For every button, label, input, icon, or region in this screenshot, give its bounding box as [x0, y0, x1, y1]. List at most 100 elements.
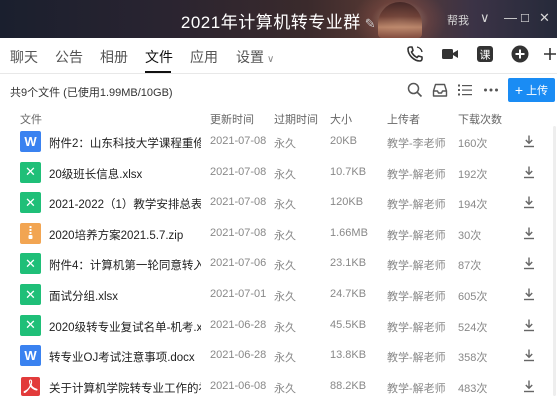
file-download-count: 160次: [458, 138, 488, 150]
file-size: 13.8KB: [330, 349, 367, 362]
download-icon[interactable]: [522, 287, 536, 301]
maximize-icon[interactable]: ☐: [520, 12, 530, 25]
xls-file-icon: ✕: [20, 253, 41, 275]
file-row[interactable]: ✕ 2020级转专业复试名单-机考.xls 2021-06-28 永久 45.5KB 教学…: [0, 311, 557, 341]
file-download-count: 358次: [458, 352, 488, 365]
chevron-down-icon: ∨: [267, 54, 275, 65]
file-size: 120KB: [330, 196, 364, 209]
file-uploader: 教学-解老师: [387, 352, 446, 365]
list-view-icon[interactable]: [456, 81, 474, 99]
tab-settings[interactable]: 设置 ∨: [236, 47, 274, 67]
file-row[interactable]: ✕ 附件4：计算机第一轮同意转入学... 2021-07-06 永久 23.1KB 教学-…: [0, 249, 557, 279]
download-icon[interactable]: [522, 134, 536, 148]
title-bar: 2021年计算机转专业群 ✎ 帮我 ∨ — ☐ ✕: [0, 0, 557, 38]
file-updated-date: 2021-07-08: [210, 165, 267, 178]
file-row[interactable]: ✕ 20级班长信息.xlsx 2021-07-08 永久 10.7KB 教学-解老师 192…: [0, 158, 557, 188]
file-name[interactable]: 2021-2022（1）教学安排总表.xls: [49, 196, 201, 212]
file-row[interactable]: ✕ 面试分组.xlsx 2021-07-01 永久 24.7KB 教学-解老师 605次: [0, 280, 557, 310]
file-updated-date: 2021-06-28: [210, 318, 267, 331]
file-name[interactable]: 2020培养方案2021.5.7.zip: [49, 227, 201, 243]
xls-file-icon: ✕: [20, 314, 41, 336]
file-size: 23.1KB: [330, 257, 367, 270]
file-expiry: 永久: [274, 168, 296, 181]
file-expiry: 永久: [274, 260, 296, 273]
xls-file-icon: ✕: [20, 161, 41, 183]
zip-file-icon: [20, 222, 41, 244]
course-icon[interactable]: 课: [475, 44, 495, 64]
download-icon[interactable]: [522, 195, 536, 209]
upload-button[interactable]: + 上传: [508, 78, 555, 102]
file-table-header: 文件 更新时间 过期时间 大小 上传者 下载次数: [0, 108, 557, 128]
download-icon[interactable]: [522, 226, 536, 240]
tab-bar: 聊天 公告 相册 文件 应用 设置 ∨: [0, 38, 557, 74]
chevron-down-icon[interactable]: ∨: [480, 10, 490, 26]
active-tab-indicator: [145, 71, 171, 73]
download-icon[interactable]: [522, 348, 536, 362]
file-expiry: 永久: [274, 138, 296, 150]
file-uploader: 教学-解老师: [387, 168, 446, 181]
download-icon[interactable]: [522, 256, 536, 270]
file-expiry: 永久: [274, 382, 296, 395]
svg-text:课: 课: [480, 49, 491, 62]
tab-announcements[interactable]: 公告: [55, 47, 83, 67]
column-header-downloads[interactable]: 下载次数: [458, 111, 502, 127]
column-header-uploader[interactable]: 上传者: [387, 111, 420, 127]
column-header-file[interactable]: 文件: [20, 111, 42, 127]
file-row[interactable]: 2020培养方案2021.5.7.zip 2021-07-08 永久 1.66MB 教学…: [0, 219, 557, 249]
file-uploader: 教学-解老师: [387, 291, 446, 303]
tab-album[interactable]: 相册: [100, 47, 128, 67]
download-icon[interactable]: [522, 379, 536, 393]
more-dots-icon[interactable]: [482, 81, 500, 99]
file-name[interactable]: 2020级转专业复试名单-机考.xls: [49, 319, 201, 335]
file-row[interactable]: 关于计算机学院转专业工作的补... 2021-06-08 永久 88.2KB 教学-解老…: [0, 372, 557, 402]
file-updated-date: 2021-07-08: [210, 196, 267, 209]
group-title: 2021年计算机转专业群 ✎: [0, 8, 557, 33]
file-updated-date: 2021-07-06: [210, 257, 267, 270]
file-size: 45.5KB: [330, 318, 367, 331]
pencil-icon[interactable]: ✎: [365, 16, 376, 31]
file-uploader: 教学-解老师: [387, 382, 446, 395]
close-icon[interactable]: ✕: [539, 10, 550, 26]
tab-chat[interactable]: 聊天: [10, 47, 38, 67]
file-download-count: 87次: [458, 260, 482, 273]
file-name[interactable]: 20级班长信息.xlsx: [49, 166, 201, 182]
file-name[interactable]: 关于计算机学院转专业工作的补...: [49, 380, 201, 396]
file-uploader: 教学-解老师: [387, 229, 446, 242]
file-uploader: 教学-李老师: [387, 138, 446, 150]
file-download-count: 483次: [458, 382, 488, 395]
file-row[interactable]: W 附件2：山东科技大学课程重修替... 2021-07-08 永久 20KB 教学-李老…: [0, 127, 557, 157]
group-title-text: 2021年计算机转专业群: [180, 13, 361, 32]
inbox-icon[interactable]: [431, 81, 449, 99]
tab-files[interactable]: 文件: [145, 47, 173, 67]
file-name[interactable]: 附件4：计算机第一轮同意转入学...: [49, 257, 201, 273]
help-label[interactable]: 帮我: [447, 12, 469, 28]
file-updated-date: 2021-07-08: [210, 226, 267, 239]
scrollbar[interactable]: [553, 126, 556, 396]
file-name[interactable]: 面试分组.xlsx: [49, 288, 201, 304]
storage-summary: 共9个文件 (已使用1.99MB/10GB): [10, 87, 173, 99]
file-row[interactable]: W 转专业OJ考试注意事项.docx 2021-06-28 永久 13.8KB 教学-解老…: [0, 341, 557, 371]
minimize-icon[interactable]: —: [504, 10, 517, 25]
file-download-count: 524次: [458, 321, 488, 334]
xls-file-icon: ✕: [20, 192, 41, 214]
video-icon[interactable]: [440, 44, 460, 64]
column-header-updated[interactable]: 更新时间: [210, 111, 254, 127]
column-header-size[interactable]: 大小: [330, 111, 352, 127]
file-row[interactable]: ✕ 2021-2022（1）教学安排总表.xls 2021-07-08 永久 120KB…: [0, 188, 557, 218]
file-name[interactable]: 附件2：山东科技大学课程重修替...: [49, 135, 201, 151]
search-icon[interactable]: [406, 81, 424, 99]
download-icon[interactable]: [522, 165, 536, 179]
phone-icon[interactable]: [405, 44, 425, 64]
more-icon[interactable]: [540, 44, 557, 64]
file-download-count: 192次: [458, 168, 488, 181]
add-icon[interactable]: [510, 44, 530, 64]
file-updated-date: 2021-07-08: [210, 135, 267, 147]
file-expiry: 永久: [274, 291, 296, 303]
file-updated-date: 2021-07-01: [210, 288, 267, 300]
doc-file-icon: W: [20, 131, 41, 152]
file-name[interactable]: 转专业OJ考试注意事项.docx: [49, 349, 201, 365]
tab-apps[interactable]: 应用: [190, 47, 218, 67]
download-icon[interactable]: [522, 318, 536, 332]
column-header-expiry[interactable]: 过期时间: [274, 111, 318, 127]
file-updated-date: 2021-06-28: [210, 349, 267, 362]
